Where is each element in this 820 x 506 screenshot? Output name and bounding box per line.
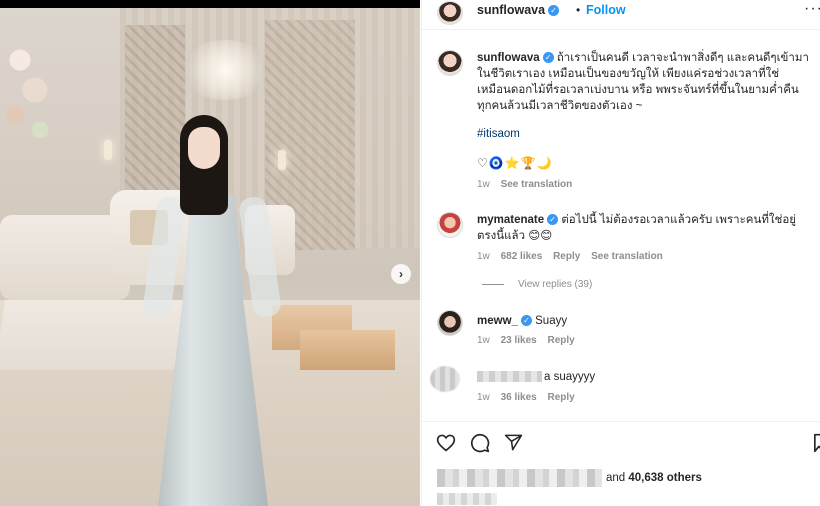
- blurred-text: [437, 493, 497, 505]
- see-translation-button[interactable]: See translation: [501, 179, 573, 190]
- reply-button[interactable]: Reply: [548, 392, 575, 403]
- comment: meww_ ✓ Suayy: [477, 313, 812, 329]
- wooden-step: [300, 330, 395, 370]
- see-translation-button[interactable]: See translation: [591, 251, 663, 262]
- comment-meta: 1w 36 likes Reply: [477, 392, 575, 403]
- caption-username[interactable]: sunflowava: [477, 52, 540, 64]
- face: [188, 127, 220, 169]
- blurred-commenter-avatar[interactable]: [430, 366, 460, 392]
- comment-text: a suayyyy: [544, 371, 596, 383]
- caption: sunflowava ✓ ถ้าเราเป็นคนดี เวลาจะนำพาสิ่…: [477, 50, 812, 114]
- hashtag-link[interactable]: #itisaom: [477, 128, 520, 140]
- comment-time[interactable]: 1w: [477, 251, 490, 262]
- blurred-username[interactable]: [477, 371, 542, 383]
- comment-likes[interactable]: 23 likes: [501, 335, 537, 346]
- comment-text: Suayy: [535, 315, 568, 327]
- caption-meta: 1w See translation: [477, 179, 572, 190]
- view-replies-button[interactable]: View replies (39): [482, 279, 592, 290]
- comment-meta: 1w 23 likes Reply: [477, 335, 575, 346]
- avatar[interactable]: [437, 1, 463, 25]
- comment-likes[interactable]: 36 likes: [501, 392, 537, 403]
- comment-likes[interactable]: 682 likes: [501, 251, 543, 262]
- caption-avatar[interactable]: [437, 50, 463, 76]
- header-username[interactable]: sunflowava: [477, 3, 545, 17]
- more-options-icon[interactable]: ···: [804, 0, 820, 18]
- commenter-avatar[interactable]: [437, 310, 463, 336]
- verified-badge-icon: ✓: [548, 5, 560, 17]
- heart-icon[interactable]: [436, 433, 456, 452]
- comment-username[interactable]: mymatenate: [477, 214, 544, 226]
- next-photo-button[interactable]: ›: [391, 264, 411, 284]
- reply-button[interactable]: Reply: [553, 251, 580, 262]
- verified-badge-icon: ✓: [542, 52, 554, 64]
- comment-username[interactable]: meww_: [477, 315, 518, 327]
- comment-time[interactable]: 1w: [477, 392, 490, 403]
- post-photo[interactable]: ›: [0, 0, 420, 506]
- comment: a suayyyy: [477, 369, 812, 385]
- wall-lamp: [104, 140, 112, 160]
- comment-icon[interactable]: [470, 433, 490, 453]
- woman-in-gown: [141, 115, 283, 506]
- chandelier-glow: [180, 40, 270, 100]
- verified-badge-icon: ✓: [520, 315, 532, 327]
- separator-dot: •: [576, 3, 581, 17]
- post-header: sunflowava✓ • Follow ···: [422, 0, 820, 30]
- replies-line-divider: [482, 283, 504, 285]
- bookmark-icon[interactable]: [812, 433, 820, 453]
- comment: mymatenate ✓ ต่อไปนี้ ไม่ต้องรอเวลาแล้วคร…: [477, 212, 812, 244]
- verified-badge-icon: ✓: [547, 214, 559, 226]
- comment-meta: 1w 682 likes Reply See translation: [477, 251, 663, 262]
- sheer-sleeve: [237, 195, 283, 319]
- likes-summary[interactable]: and 40,638 others: [437, 469, 702, 487]
- likes-prefix: and: [606, 472, 626, 485]
- chevron-right-icon: ›: [399, 267, 403, 281]
- post-actions: and 40,638 others: [422, 421, 820, 506]
- post-sidebar: sunflowava✓ • Follow ··· sunflowava✓ ถ้า…: [421, 0, 820, 506]
- reply-button[interactable]: Reply: [548, 335, 575, 346]
- commenter-avatar[interactable]: [437, 212, 463, 238]
- share-icon[interactable]: [504, 433, 523, 452]
- caption-time[interactable]: 1w: [477, 179, 490, 190]
- header-username-link[interactable]: sunflowava ✓: [477, 3, 560, 17]
- photo-top-bar: [0, 0, 420, 8]
- follow-button[interactable]: Follow: [586, 3, 626, 17]
- likes-count[interactable]: 40,638 others: [628, 472, 702, 484]
- caption-emojis: ♡🧿⭐🏆🌙: [477, 156, 553, 170]
- blurred-likers: [437, 469, 602, 487]
- view-replies-label: View replies (39): [518, 279, 593, 290]
- flower-decoration: [0, 30, 55, 150]
- comment-time[interactable]: 1w: [477, 335, 490, 346]
